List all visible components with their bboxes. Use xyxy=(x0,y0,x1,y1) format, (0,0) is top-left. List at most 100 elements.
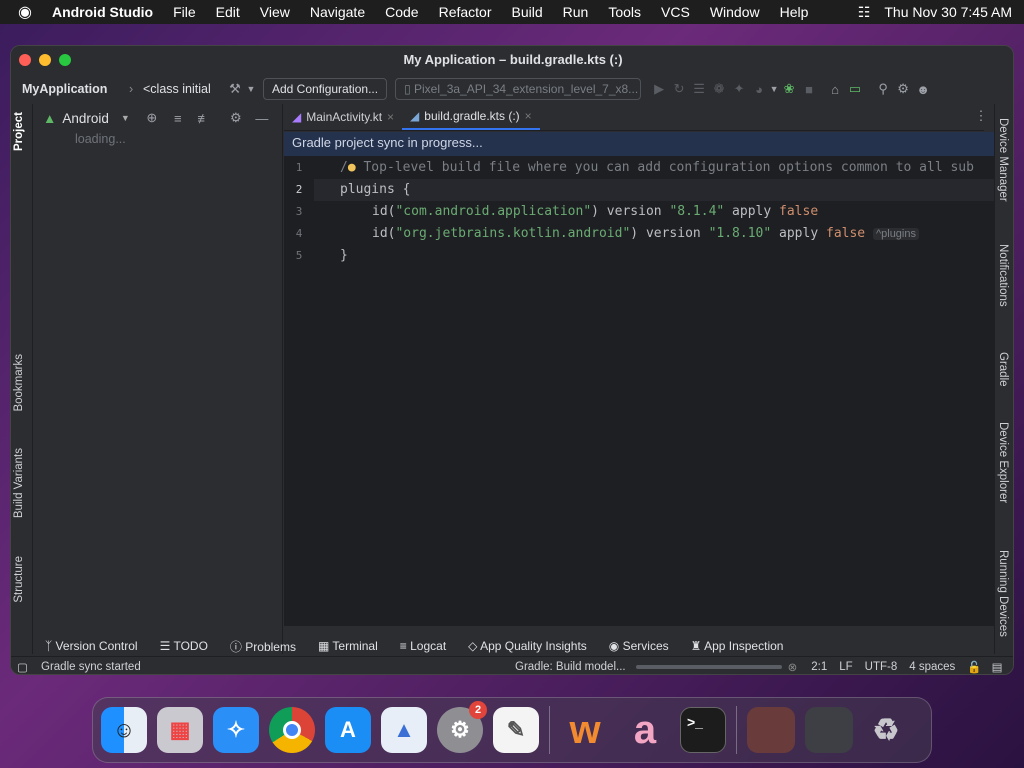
chrome-window-thumbnail[interactable] xyxy=(747,707,795,753)
indent-setting[interactable]: 4 spaces xyxy=(909,661,955,673)
more-tabs-icon[interactable]: ⋮ xyxy=(971,108,991,124)
project-breadcrumb[interactable]: MyApplication xyxy=(11,82,129,96)
minimize-window-button[interactable] xyxy=(39,54,51,66)
panel-settings-icon[interactable]: ⚙ xyxy=(226,110,246,126)
line-separator[interactable]: LF xyxy=(839,661,852,673)
wa-app-icon-2[interactable]: a xyxy=(620,707,670,753)
running-devices-tool-button[interactable]: Running Devices xyxy=(997,550,1009,654)
bookmarks-tool-button[interactable]: Bookmarks xyxy=(13,354,25,412)
cancel-task-icon[interactable]: ⊗ xyxy=(788,660,798,674)
android-studio-icon[interactable]: ▲ xyxy=(381,707,427,753)
terminal-icon[interactable]: >_ xyxy=(680,707,726,753)
code-editor[interactable]: 1 2 3 4 5 /● Top-level build file where … xyxy=(284,156,994,674)
zoom-window-button[interactable] xyxy=(59,54,71,66)
hammer-icon[interactable]: ⚒ xyxy=(225,81,245,97)
ide-window: My Application – build.gradle.kts (:) My… xyxy=(10,45,1014,675)
code-line-3: id("com.android.application") version "8… xyxy=(372,204,818,219)
system-settings-icon[interactable]: ⚙ 2 xyxy=(437,701,487,753)
menu-tools[interactable]: Tools xyxy=(598,4,651,20)
line-number: 5 xyxy=(295,249,303,262)
notifications-icon[interactable]: ▤ xyxy=(992,660,1003,674)
close-tab-icon[interactable]: × xyxy=(525,109,532,123)
menu-build[interactable]: Build xyxy=(502,4,553,20)
tab-mainactivity[interactable]: ◢ MainActivity.kt × xyxy=(284,103,402,130)
menu-navigate[interactable]: Navigate xyxy=(300,4,375,20)
todo-tab[interactable]: ☰ TODO xyxy=(160,639,208,653)
status-message[interactable]: Gradle sync started xyxy=(41,661,515,673)
profile-icon[interactable]: ◕ xyxy=(749,82,769,97)
profile-dropdown-icon[interactable]: ▼ xyxy=(769,84,779,94)
app-quality-insights-tab[interactable]: ◇ App Quality Insights xyxy=(468,639,587,653)
launchpad-icon[interactable]: ▦ xyxy=(157,707,203,753)
menu-code[interactable]: Code xyxy=(375,4,428,20)
trash-icon[interactable]: ♻ xyxy=(863,707,909,753)
chevron-down-icon[interactable]: ▼ xyxy=(245,84,257,94)
logcat-tab[interactable]: ≡ Logcat xyxy=(400,639,446,653)
close-tab-icon[interactable]: × xyxy=(387,110,394,124)
settings-icon[interactable]: ⚙ xyxy=(893,81,913,97)
apply-changes-icon[interactable]: ❀ xyxy=(779,81,799,97)
code-line-4: id("org.jetbrains.kotlin.android") versi… xyxy=(372,226,919,241)
services-icon: ◉ xyxy=(608,639,623,653)
lock-icon[interactable]: 🔓 xyxy=(967,660,981,674)
textedit-icon[interactable]: ✎ xyxy=(493,707,539,753)
rerun-icon[interactable]: ↻ xyxy=(669,81,689,97)
menu-view[interactable]: View xyxy=(250,4,300,20)
safari-icon[interactable]: ✧ xyxy=(213,707,259,753)
control-center-icon[interactable]: ☷ xyxy=(858,4,871,21)
structure-tool-button[interactable]: Structure xyxy=(13,556,25,603)
menu-window[interactable]: Window xyxy=(700,4,770,20)
background-task-label[interactable]: Gradle: Build model... xyxy=(515,661,626,673)
device-explorer-tool-button[interactable]: Device Explorer xyxy=(997,422,1009,503)
panel-toggle-icon[interactable]: ▢ xyxy=(17,660,41,674)
lightbulb-icon[interactable]: ● xyxy=(348,160,356,175)
chevron-down-icon[interactable]: ▼ xyxy=(121,113,130,123)
menu-refactor[interactable]: Refactor xyxy=(429,4,502,20)
hide-panel-icon[interactable]: — xyxy=(252,111,272,126)
coverage-icon[interactable]: ☰ xyxy=(689,81,709,97)
chrome-icon[interactable] xyxy=(269,707,315,753)
menu-help[interactable]: Help xyxy=(770,4,819,20)
project-view-selector[interactable]: Android xyxy=(62,111,109,126)
app-store-icon[interactable]: A xyxy=(325,707,371,753)
attach-debugger-icon[interactable]: ✦ xyxy=(729,81,749,97)
notifications-tool-button[interactable]: Notifications xyxy=(997,244,1009,307)
gradle-tool-button[interactable]: Gradle xyxy=(997,352,1009,387)
problems-tab[interactable]: ⓘ Problems xyxy=(230,638,296,655)
expand-all-icon[interactable]: ≡ xyxy=(168,111,188,126)
build-variants-tool-button[interactable]: Build Variants xyxy=(13,448,25,518)
sync-gradle-icon[interactable]: ⌂ xyxy=(825,82,845,97)
locate-file-icon[interactable]: ⊕ xyxy=(142,110,162,126)
clock[interactable]: Thu Nov 30 7:45 AM xyxy=(884,4,1012,20)
version-control-tab[interactable]: ᛉ Version Control xyxy=(45,639,138,653)
apple-menu-icon[interactable]: ◉ xyxy=(0,2,42,22)
account-icon[interactable]: ☻ xyxy=(913,82,933,97)
tab-label: App Quality Insights xyxy=(480,639,587,653)
collapse-all-icon[interactable]: ≢ xyxy=(194,111,214,126)
menu-vcs[interactable]: VCS xyxy=(651,4,700,20)
device-mirroring-icon[interactable]: ▭ xyxy=(845,81,865,97)
close-window-button[interactable] xyxy=(19,54,31,66)
project-tool-button[interactable]: Project xyxy=(13,112,25,151)
menu-file[interactable]: File xyxy=(163,4,206,20)
app-inspection-tab[interactable]: ♜ App Inspection xyxy=(691,639,784,653)
finder-icon[interactable]: ☺ xyxy=(101,707,147,753)
stop-icon[interactable]: ■ xyxy=(799,82,819,97)
app-menu[interactable]: Android Studio xyxy=(42,4,163,20)
debug-icon[interactable]: ❁ xyxy=(709,81,729,97)
class-breadcrumb[interactable]: <class initial xyxy=(143,82,225,96)
terminal-tab[interactable]: ▦ Terminal xyxy=(318,639,378,653)
menu-run[interactable]: Run xyxy=(553,4,599,20)
wa-app-icon[interactable]: w xyxy=(560,707,610,753)
device-manager-tool-button[interactable]: Device Manager xyxy=(997,118,1009,202)
safari-window-thumbnail[interactable] xyxy=(805,707,853,753)
search-icon[interactable]: ⚲ xyxy=(873,81,893,97)
menu-edit[interactable]: Edit xyxy=(206,4,250,20)
tab-build-gradle[interactable]: ◢ build.gradle.kts (:) × xyxy=(402,103,540,130)
file-encoding[interactable]: UTF-8 xyxy=(865,661,898,673)
device-selector[interactable]: ▯ Pixel_3a_API_34_extension_level_7_x8..… xyxy=(395,78,642,100)
run-icon[interactable]: ▶ xyxy=(649,81,669,97)
caret-position[interactable]: 2:1 xyxy=(811,661,827,673)
add-configuration-button[interactable]: Add Configuration... xyxy=(263,78,388,100)
services-tab[interactable]: ◉ Services xyxy=(609,639,669,653)
